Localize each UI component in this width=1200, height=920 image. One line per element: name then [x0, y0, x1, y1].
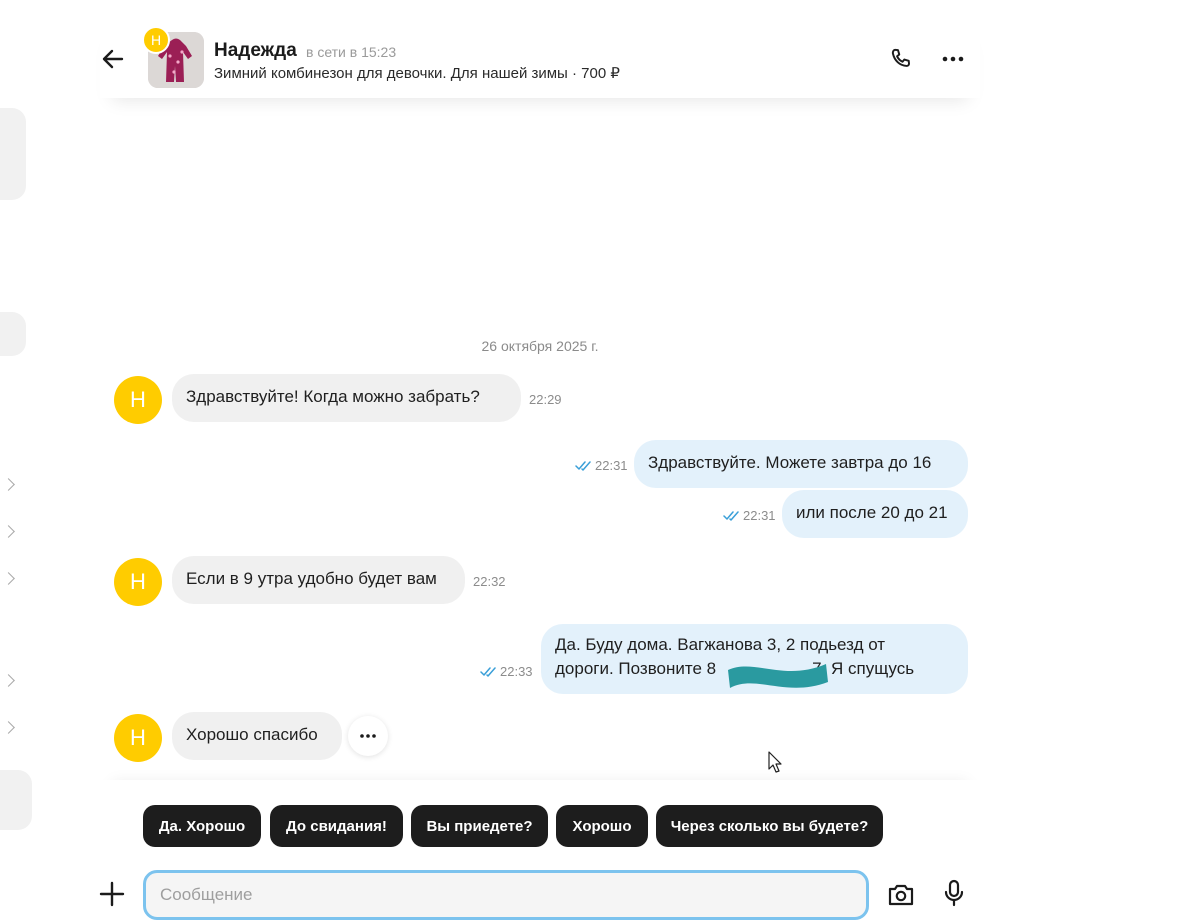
contact-avatar[interactable]: Н — [114, 558, 162, 606]
read-checkmarks-icon — [480, 667, 496, 677]
mouse-cursor-icon — [768, 751, 782, 773]
message-time: 22:29 — [529, 392, 562, 407]
chevron-right-icon[interactable] — [2, 572, 15, 585]
message-input[interactable] — [143, 870, 869, 920]
message-text-part: дороги. Позвоните 8 — [555, 659, 717, 678]
quick-reply-chip[interactable]: Да. Хорошо — [143, 805, 261, 847]
quick-reply-chip[interactable]: Через сколько вы будете? — [656, 805, 883, 847]
message-time: 22:31 — [743, 508, 776, 523]
incoming-message[interactable]: Хорошо спасибо — [172, 712, 342, 760]
message-time: 22:31 — [595, 458, 628, 473]
camera-icon[interactable] — [886, 880, 916, 908]
chevron-right-icon[interactable] — [2, 478, 15, 491]
arrow-left-icon[interactable] — [100, 46, 126, 72]
redaction-mark — [728, 664, 828, 688]
more-horizontal-icon[interactable] — [940, 46, 966, 72]
message-line: Да. Буду дома. Вагжанова 3, 2 подьезд от — [555, 635, 886, 654]
contact-avatar[interactable]: Н — [114, 714, 162, 762]
sidebar-card-bottom — [0, 770, 32, 830]
chat-header: Н Надежда в сети в 15:23 Зимний комбинез… — [100, 20, 980, 98]
message-time: 22:33 — [500, 664, 533, 679]
outgoing-message[interactable]: или после 20 до 21 — [782, 490, 968, 538]
phone-icon[interactable] — [888, 46, 914, 72]
microphone-icon[interactable] — [942, 878, 966, 908]
incoming-message[interactable]: Здравствуйте! Когда можно забрать? — [172, 374, 521, 422]
sidebar-card-top — [0, 108, 26, 200]
quick-reply-chip[interactable]: Хорошо — [556, 805, 648, 847]
message-more-button[interactable] — [348, 716, 388, 756]
read-checkmarks-icon — [575, 461, 591, 471]
chevron-right-icon[interactable] — [2, 721, 15, 734]
incoming-message[interactable]: Если в 9 утра удобно будет вам — [172, 556, 465, 604]
listing-title[interactable]: Зимний комбинезон для девочки. Для нашей… — [214, 64, 620, 82]
contact-avatar[interactable]: Н — [114, 376, 162, 424]
quick-reply-chip[interactable]: До свидания! — [270, 805, 403, 847]
chevron-right-icon[interactable] — [2, 674, 15, 687]
date-separator: 26 октября 2025 г. — [481, 338, 599, 354]
chevron-right-icon[interactable] — [2, 525, 15, 538]
message-time: 22:32 — [473, 574, 506, 589]
outgoing-message[interactable]: Здравствуйте. Можете завтра до 16 — [634, 440, 968, 488]
quick-reply-chip[interactable]: Вы приедете? — [411, 805, 548, 847]
plus-icon[interactable] — [98, 880, 126, 908]
online-status: в сети в 15:23 — [306, 44, 397, 60]
read-checkmarks-icon — [723, 511, 739, 521]
contact-name[interactable]: Надежда — [214, 40, 297, 62]
contact-avatar-small: Н — [142, 26, 170, 54]
